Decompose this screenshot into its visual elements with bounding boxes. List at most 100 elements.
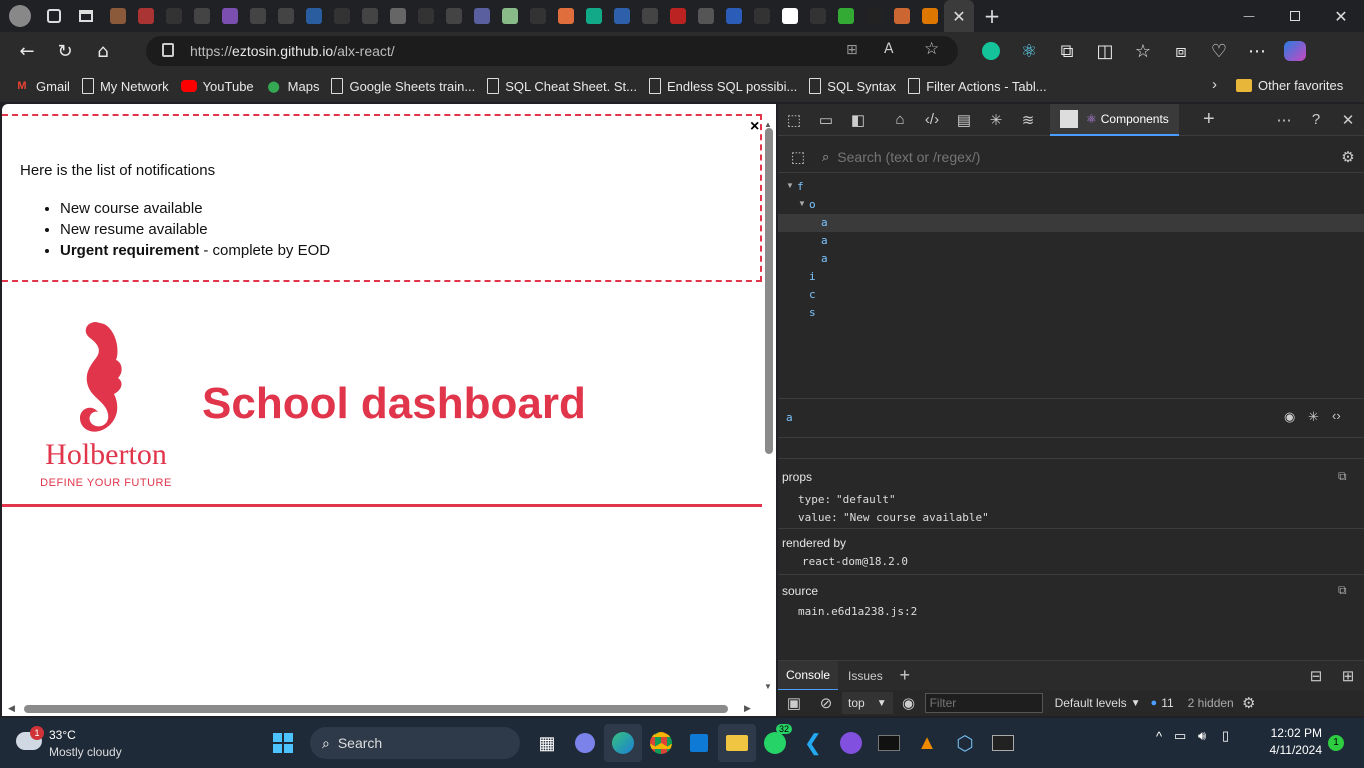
select-element-icon[interactable]: ⬚	[782, 141, 814, 173]
browser-tab[interactable]	[160, 0, 188, 32]
split-screen-icon[interactable]: ◫	[1086, 35, 1124, 67]
horizontal-scrollbar[interactable]: ◀ ▶	[2, 702, 762, 716]
profile-avatar[interactable]	[0, 0, 40, 32]
live-expression-eye-icon[interactable]: ◉	[893, 690, 925, 716]
browser-tab[interactable]	[356, 0, 384, 32]
grammarly-extension-icon[interactable]	[972, 35, 1010, 67]
tab-actions-button[interactable]	[68, 0, 104, 32]
console-icon[interactable]: ▤	[948, 104, 980, 136]
inspect-icon[interactable]: ⬚	[778, 104, 810, 136]
tab-issues[interactable]: Issues	[838, 661, 893, 691]
browser-tab[interactable]	[132, 0, 160, 32]
browser-tab[interactable]	[804, 0, 832, 32]
scroll-down-icon[interactable]: ▼	[764, 682, 772, 691]
add-tool-icon[interactable]: +	[1193, 104, 1225, 136]
browser-tab[interactable]	[468, 0, 496, 32]
tree-row[interactable]: ▼ f	[778, 178, 1364, 196]
tree-row[interactable]: i	[778, 268, 1364, 286]
browser-tab[interactable]	[384, 0, 412, 32]
minimize-button[interactable]: —	[1226, 0, 1272, 32]
bookmark-item[interactable]: Google Sheets train...	[331, 78, 475, 94]
components-search-input[interactable]	[837, 148, 1278, 165]
copy-source-icon[interactable]: ⧉	[1338, 583, 1347, 598]
browser-tab[interactable]	[496, 0, 524, 32]
browser-tab[interactable]	[664, 0, 692, 32]
whatsapp-icon[interactable]: 32	[756, 724, 794, 762]
close-window-button[interactable]: ✕	[1318, 0, 1364, 32]
notification-item[interactable]: New course available	[60, 198, 330, 219]
bookmark-item[interactable]: Filter Actions - Tabl...	[908, 78, 1047, 94]
browser-tab[interactable]	[860, 0, 888, 32]
bookmark-item[interactable]: SQL Cheat Sheet. St...	[487, 78, 637, 94]
tab-active[interactable]: ✕	[944, 0, 974, 32]
tree-row[interactable]: ▼ o	[778, 196, 1364, 214]
notification-item-urgent[interactable]: Urgent requirement - complete by EOD	[60, 240, 330, 261]
browser-tab[interactable]	[720, 0, 748, 32]
browser-tab[interactable]	[832, 0, 860, 32]
extensions-icon[interactable]: ⧉	[1048, 35, 1086, 67]
tree-row[interactable]: a	[778, 214, 1364, 232]
elements-icon[interactable]: ‹/›	[916, 104, 948, 136]
app-available-icon[interactable]: ⊞	[846, 42, 858, 58]
tab-console[interactable]: Console	[778, 660, 839, 691]
virtualbox-icon[interactable]: ⬡	[946, 724, 984, 762]
tree-row[interactable]: s	[778, 304, 1364, 322]
browser-tab[interactable]	[748, 0, 776, 32]
new-tab-button[interactable]: +	[974, 0, 1010, 32]
prop-value[interactable]: "default"	[836, 493, 896, 506]
collapse-drawer-icon[interactable]: ⊞	[1332, 660, 1364, 692]
bookmark-item[interactable]: My Network	[81, 78, 169, 94]
favorites-icon[interactable]: ☆	[1124, 35, 1162, 67]
issues-counter[interactable]: ● 11	[1151, 696, 1174, 710]
refresh-button[interactable]: ↻	[46, 35, 84, 67]
welcome-home-icon[interactable]: ⌂	[884, 104, 916, 136]
browser-tab[interactable]	[552, 0, 580, 32]
bookmarks-overflow-button[interactable]: ›	[1212, 76, 1217, 93]
collections-icon[interactable]: ⧈	[1162, 35, 1200, 67]
show-hidden-icons-icon[interactable]: ^	[1156, 729, 1174, 744]
browser-tab[interactable]	[188, 0, 216, 32]
browser-tab[interactable]	[216, 0, 244, 32]
view-source-icon[interactable]: ‹›	[1332, 408, 1341, 423]
show-sidebar-icon[interactable]: ▣	[778, 690, 810, 716]
network-icon[interactable]: ≋	[1012, 104, 1044, 136]
restore-button[interactable]	[1272, 0, 1318, 32]
network-icon[interactable]: ▭	[1174, 728, 1198, 744]
lock-icon[interactable]	[162, 43, 174, 57]
url-text[interactable]: https://eztosin.github.io/alx-react/	[190, 43, 395, 59]
browser-tab[interactable]	[692, 0, 720, 32]
eye-icon[interactable]: ◉	[1284, 409, 1295, 425]
dock-side-icon[interactable]: ◧	[842, 104, 874, 136]
taskbar-search[interactable]: ⌕ Search	[310, 727, 520, 759]
clock[interactable]: 12:02 PM 4/11/2024	[1262, 726, 1323, 757]
clear-console-icon[interactable]: ⊘	[810, 690, 842, 716]
browser-tab[interactable]	[328, 0, 356, 32]
log-levels-dropdown[interactable]: Default levels ▼	[1055, 696, 1141, 710]
console-settings-icon[interactable]: ⚙	[1234, 690, 1264, 716]
read-aloud-icon[interactable]: A	[884, 41, 894, 57]
browser-essentials-icon[interactable]: ♡	[1200, 35, 1238, 67]
notification-center-badge[interactable]: 1	[1328, 735, 1344, 751]
vertical-scrollbar[interactable]: ▲ ▼	[762, 104, 776, 704]
bookmark-item[interactable]: SQL Syntax	[809, 78, 896, 94]
horizontal-scroll-thumb[interactable]	[24, 705, 728, 713]
context-selector[interactable]: top ▼	[842, 692, 893, 714]
copy-props-icon[interactable]: ⧉	[1338, 469, 1347, 484]
copilot-icon[interactable]	[1276, 35, 1314, 67]
browser-tab[interactable]	[636, 0, 664, 32]
tree-row[interactable]: a	[778, 250, 1364, 268]
vertical-scroll-thumb[interactable]	[765, 128, 773, 454]
settings-more-icon[interactable]: ⋯	[1238, 35, 1276, 67]
volume-icon[interactable]: 🔊︎	[1198, 728, 1222, 744]
vscode-icon[interactable]: ❮	[794, 724, 832, 762]
bug-icon[interactable]: ✳	[1308, 409, 1319, 425]
start-button[interactable]	[264, 724, 302, 762]
browser-tab[interactable]	[888, 0, 916, 32]
bookmark-item[interactable]: ⬤ Maps	[266, 78, 320, 94]
task-view-icon[interactable]: ▦	[528, 724, 566, 762]
browser-tab[interactable]	[608, 0, 636, 32]
browser-tab[interactable]	[272, 0, 300, 32]
scroll-left-icon[interactable]: ◀	[8, 703, 15, 714]
react-devtools-extension-icon[interactable]: ⚛	[1010, 35, 1048, 67]
back-button[interactable]: ←	[8, 35, 46, 67]
